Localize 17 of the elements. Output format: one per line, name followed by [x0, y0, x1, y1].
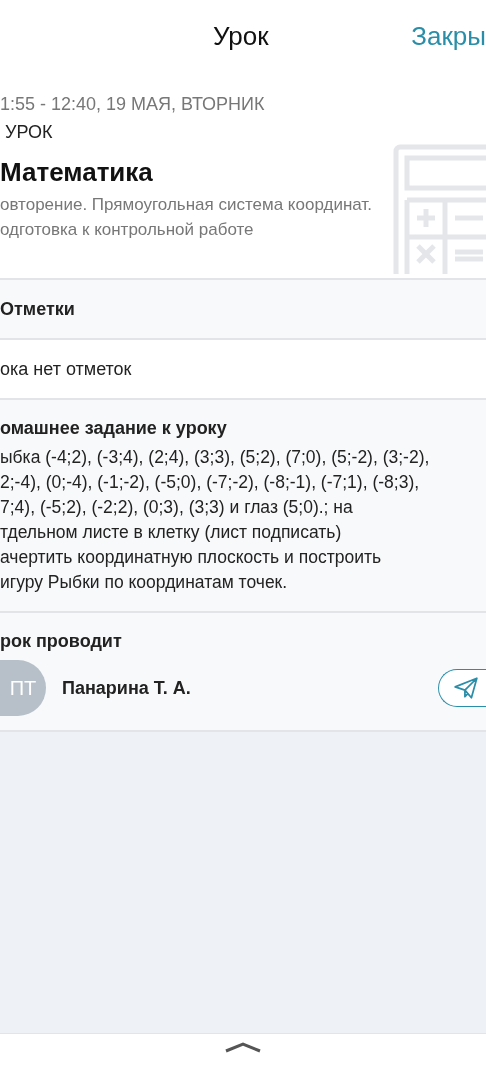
section-title: рок проводит — [0, 631, 123, 652]
lesson-time: 1:55 - 12:40, 19 МАЯ, ВТОРНИК — [0, 94, 266, 115]
calculator-icon — [393, 144, 486, 274]
paper-plane-icon — [452, 675, 479, 701]
teacher-avatar: ПТ — [0, 660, 46, 716]
lesson-topic: овторение. Прямоугольная система координат. одготовка к контрольной работе — [0, 194, 373, 241]
homework-text: ыбка (-4;2), (-3;4), (2;4), (3;3), (5;2), (7;0), (5;-2), (3;-2), 2;-4), (0;-4), (-1;-2), (-5;0), (-7;-2), (-8;-1), (-7;1), (-8;3), 7;4), (-5;2), (-2;2), (0;3), (3;3) и глаз (5;0).; на тдельном листе в клетку (лист подписать) ачертить координатную плоскость и построить игуру Рыбки по координатам точек. — [0, 446, 431, 594]
section-title: Отметки — [0, 298, 75, 320]
no-marks-text: ока нет отметок — [0, 358, 132, 380]
screen-title: Урок — [213, 21, 269, 52]
subject-title: Математика — [0, 157, 154, 188]
chevron-up-icon[interactable] — [223, 1040, 263, 1054]
teacher-name: Панарина Т. А. — [62, 677, 192, 699]
section-title: омашнее задание к уроку — [0, 418, 228, 439]
close-link[interactable]: Закры — [411, 21, 486, 52]
lesson-type: УРОК — [4, 122, 54, 143]
send-message-button[interactable] — [438, 669, 486, 707]
